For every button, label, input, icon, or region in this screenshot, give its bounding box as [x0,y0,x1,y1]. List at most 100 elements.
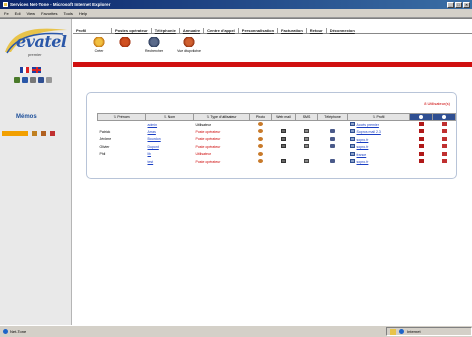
user-name-link[interactable]: test [148,160,154,164]
photo-icon[interactable] [258,144,263,149]
close-icon[interactable]: × [463,1,470,8]
nav-tab-facturation[interactable]: Facturation [277,28,306,33]
delete-icon[interactable] [441,159,447,164]
menu-tools[interactable]: Tools [64,11,73,16]
edit-icon[interactable] [418,151,424,156]
user-name-link[interactable]: admin [148,123,158,127]
nav-tab-profil[interactable]: Profil [73,28,111,33]
sms-icon[interactable] [304,144,309,149]
nav-tab-deconnexion[interactable]: Déconnexion [325,28,358,33]
col-header-profil[interactable]: ⇅Profil [347,113,410,121]
evatel-logo[interactable]: evatel premier [3,26,69,57]
french-flag-icon[interactable] [20,67,29,73]
edit-icon[interactable] [418,122,424,126]
profile-link[interactable]: sopro.fr [357,145,369,149]
memo-delete-icon[interactable] [50,130,55,136]
memo-new-icon[interactable] [32,130,37,136]
memo-label-bar[interactable] [2,130,28,136]
table-row[interactable]: Patrick Arras Poste opérateur Sopros mail 2… [98,128,456,136]
col-header-sms: SMS [295,113,318,121]
nav-tab-personnalisation[interactable]: Personnalisation [237,28,277,33]
sms-icon[interactable] [304,159,309,164]
photo-icon[interactable] [258,159,263,164]
delete-icon[interactable] [441,129,447,134]
cell-nom: lib [146,151,194,159]
help-icon[interactable] [30,77,36,83]
col-header-prenom[interactable]: ⇅Prénom [97,113,146,121]
col-header-nom[interactable]: ⇅Nom [145,113,194,121]
cell-profil: Sopros mail 2.3 [348,128,410,136]
menu-edit[interactable]: Edi [15,11,21,16]
nav-tab-telephonie[interactable]: Téléphonie [150,28,179,33]
search-button[interactable]: Rechercher [145,37,163,53]
edit-icon[interactable] [418,144,424,149]
uk-flag-icon[interactable] [32,67,41,73]
profile-icon [349,159,355,164]
delete-icon[interactable] [441,151,447,156]
edit-icon[interactable] [418,136,424,141]
nav-tab-retour[interactable]: Retour [305,28,326,33]
telephone-icon[interactable] [330,144,335,149]
edit-icon[interactable] [418,159,424,164]
profile-link[interactable]: Accès premier [357,123,379,127]
col-header-type[interactable]: ⇅Type d'utilisateur [193,113,250,121]
telephone-icon[interactable] [330,159,335,164]
info-icon[interactable] [38,77,44,83]
table-row[interactable]: Olivier Dupont Poste opérateur sopro.fr [98,143,456,151]
delete-icon[interactable] [441,144,447,149]
cell-type: Poste opérateur [194,128,250,136]
profile-link[interactable]: sopro.fr [357,160,369,164]
edit-icon[interactable] [418,129,424,134]
photo-icon[interactable] [258,122,263,126]
delete-icon[interactable] [441,122,447,126]
mail-icon[interactable] [22,77,28,83]
home-icon[interactable] [14,77,20,83]
menu-help[interactable]: Help [79,11,87,16]
nav-tab-centre-appel[interactable]: Centre d'appel [203,28,238,33]
nav-tab-annuaire[interactable]: Annuaire [178,28,203,33]
photo-icon[interactable] [258,151,263,156]
menu-favorites[interactable]: Favorites [41,11,57,16]
webmail-icon[interactable] [281,136,286,141]
telephone-icon[interactable] [330,136,335,141]
col-header-photo: Photo [249,113,272,121]
sms-icon[interactable] [304,129,309,134]
col-header-delete [432,113,456,121]
profile-link[interactable]: Sopros mail 2.3 [357,130,381,134]
profile-link[interactable]: france [357,153,367,157]
sms-icon[interactable] [304,136,309,141]
create-button[interactable]: Créer [93,37,105,53]
user-name-link[interactable]: Bourdon [148,137,161,141]
photo-icon[interactable] [258,129,263,134]
photo-icon[interactable] [258,136,263,141]
table-row[interactable]: Phil lib Utilisateur france [98,151,456,159]
user-name-link[interactable]: Arras [148,130,156,134]
webmail-icon[interactable] [281,129,286,134]
table-row[interactable]: Jérôme Bourdon Poste opérateur sopro.fr [98,136,456,144]
delete-icon[interactable] [441,136,447,141]
telephone-icon[interactable] [330,129,335,134]
menu-view[interactable]: View [26,11,35,16]
language-flags [20,67,41,73]
cell-sms [296,143,318,151]
cell-type: Poste opérateur [194,158,250,166]
table-row[interactable]: admin Utilisateur Accès premier [98,121,456,129]
view-button[interactable]: Vue dtupvliotve [177,37,201,53]
cell-webmail [272,136,296,144]
webmail-icon[interactable] [281,144,286,149]
user-name-link[interactable]: lib [148,152,152,156]
memo-list-icon[interactable] [41,130,46,136]
user-name-link[interactable]: Dupont [148,145,159,149]
cell-edit [410,151,433,159]
webmail-icon[interactable] [281,159,286,164]
menu-file[interactable]: Fe [4,11,9,16]
user-action-button[interactable] [119,37,131,53]
maximize-icon[interactable]: □ [455,1,462,8]
nav-tab-postes-operateur[interactable]: Postes opérateur [111,28,151,33]
print-icon[interactable] [46,77,52,83]
zone-text: Internet [407,329,421,334]
minimize-icon[interactable]: _ [447,1,454,8]
table-row[interactable]: test Poste opérateur sopro.fr [98,158,456,166]
cell-webmail [272,151,296,159]
profile-link[interactable]: sopro.fr [357,138,369,142]
